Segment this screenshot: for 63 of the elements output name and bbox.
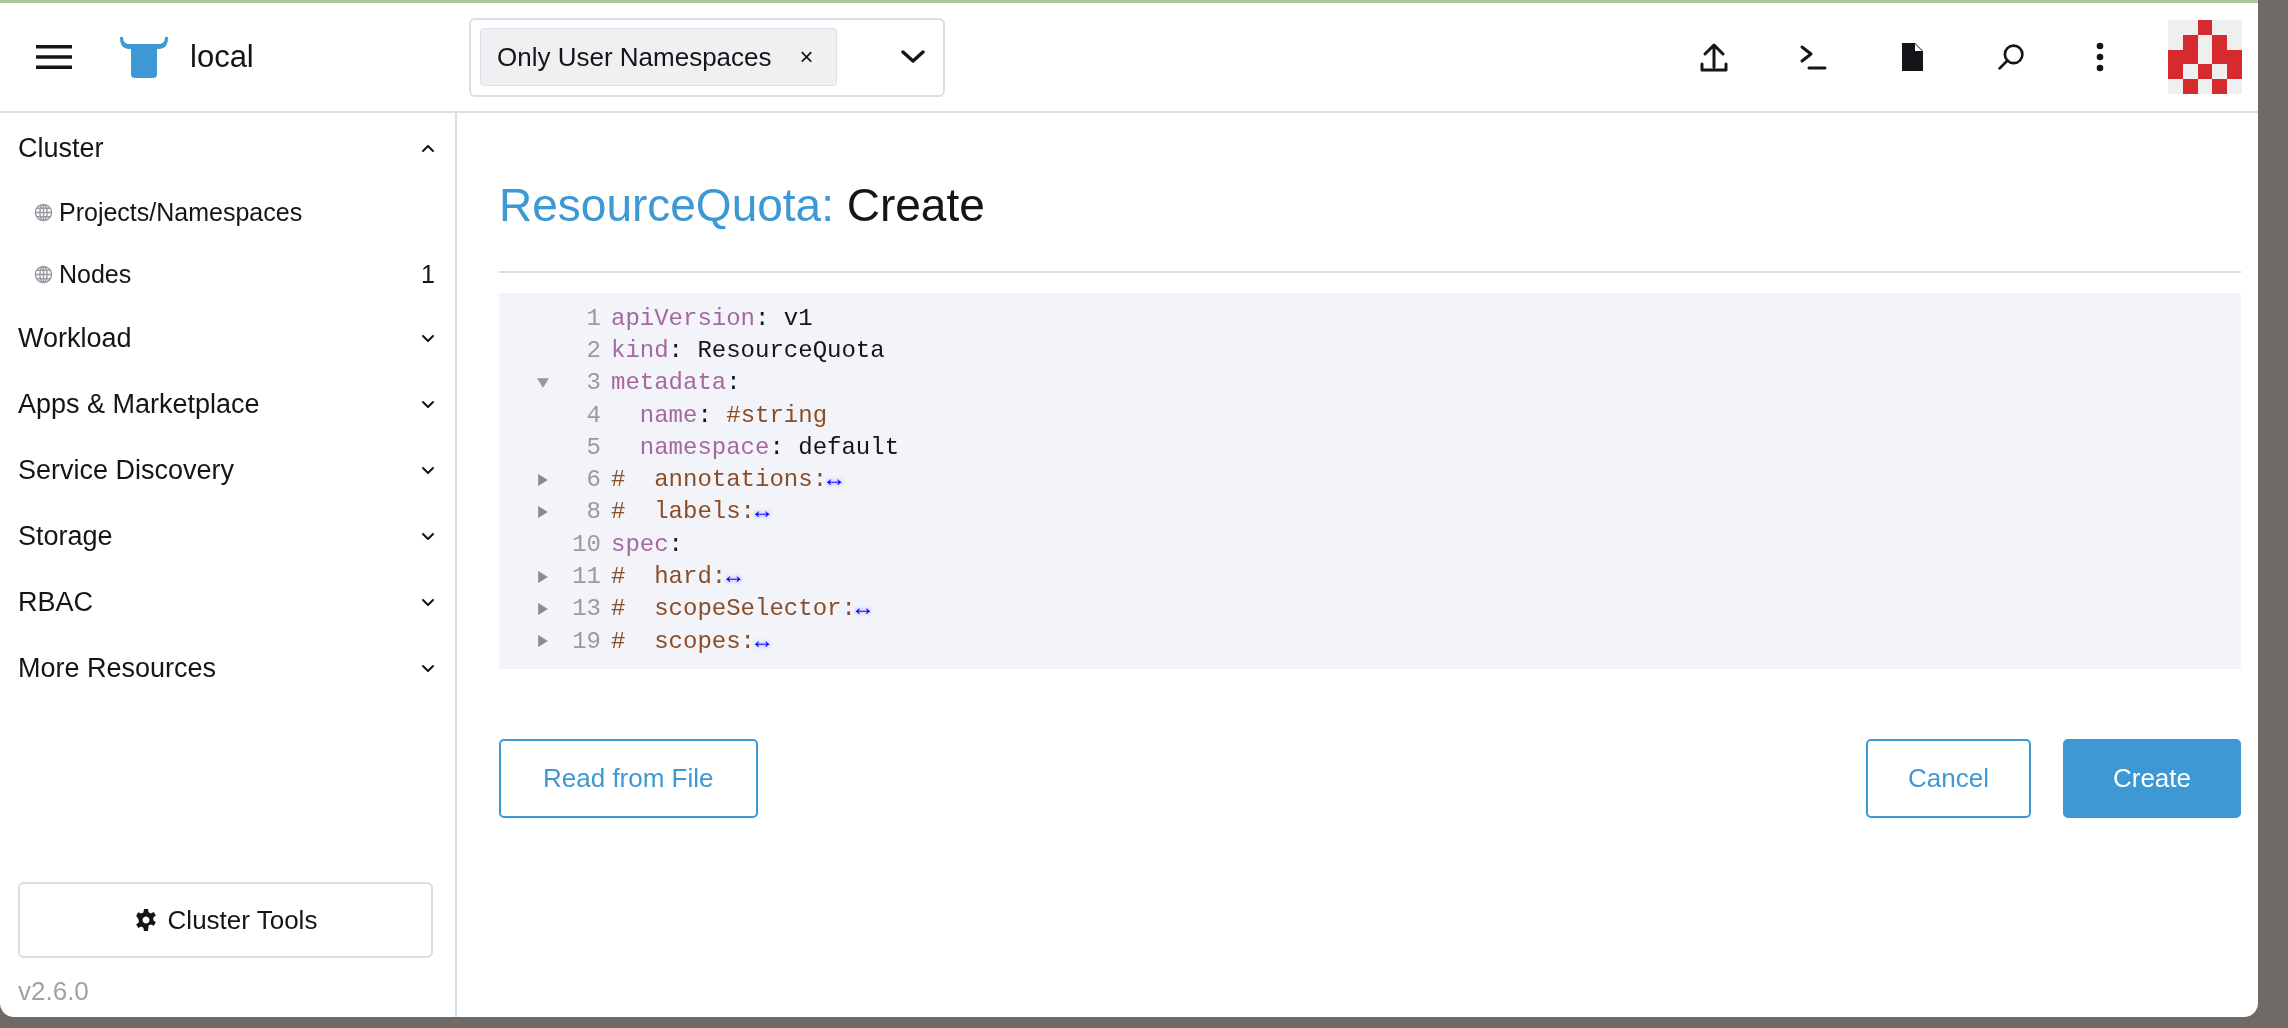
cluster-tools-button[interactable]: Cluster Tools (18, 882, 433, 958)
fold-closed-icon[interactable] (537, 570, 549, 583)
code-line: spec: (611, 530, 683, 558)
fold-closed-icon[interactable] (537, 635, 549, 648)
nav-group-header[interactable]: Workload (0, 305, 455, 371)
fold-closed-icon[interactable] (537, 505, 549, 518)
line-number: 1 (585, 304, 601, 332)
code-line: apiVersion: v1 (611, 304, 813, 332)
code-line: # scopeSelector:↔ (611, 595, 871, 623)
chip-label: Only User Namespaces (497, 41, 772, 73)
code-line: # annotations:↔ (611, 466, 842, 494)
nav-group-label: More Resources (18, 652, 217, 684)
upload-icon[interactable] (1700, 42, 1728, 72)
user-avatar[interactable] (2168, 20, 2242, 94)
globe-icon (34, 264, 53, 284)
menu-icon[interactable] (36, 44, 72, 70)
line-number: 5 (585, 433, 601, 461)
fold-closed-icon[interactable] (537, 473, 549, 486)
bull-logo-icon (118, 35, 170, 79)
line-number: 19 (571, 627, 601, 655)
code-editor[interactable]: 1 apiVersion: v1 2 kind: ResourceQuota 3 metadata: 4 name: #string 5 namespace: default 6 # annotations:↔ 8 # labels:↔ 10 spec: 11 # hard:↔ 13 # scopeSelector:↔ 19 # scopes:↔ (499, 293, 2241, 670)
nav-group-header[interactable]: Cluster (0, 115, 455, 181)
line-number: 10 (571, 530, 601, 558)
namespace-filter[interactable]: Only User Namespaces × (469, 17, 945, 97)
nav-group-label: RBAC (18, 586, 93, 618)
nav-item[interactable]: Projects/Namespaces (0, 181, 455, 243)
search-icon[interactable] (1997, 42, 2025, 72)
nav-group-label: Storage (18, 520, 113, 552)
nav-group-header[interactable]: RBAC (0, 569, 455, 635)
more-options-icon[interactable] (2096, 42, 2104, 72)
code-line: name: #string (638, 401, 828, 429)
fold-open-icon[interactable] (537, 376, 549, 389)
code-line: # scopes:↔ (611, 627, 770, 655)
line-number: 4 (585, 401, 601, 429)
line-number: 13 (571, 595, 601, 623)
nav-group-label: Cluster (18, 132, 104, 164)
page-title: ResourceQuota: Create (499, 178, 986, 233)
code-line: # hard:↔ (611, 563, 741, 590)
nav-group-header[interactable]: More Resources (0, 635, 455, 701)
chevron-down-icon[interactable] (901, 50, 925, 64)
nav-group-header[interactable]: Storage (0, 503, 455, 569)
nav-group-header[interactable]: Service Discovery (0, 437, 455, 503)
line-number: 2 (585, 336, 601, 364)
globe-icon (34, 202, 53, 222)
code-line: kind: ResourceQuota (611, 336, 885, 364)
cluster-name: local (190, 39, 254, 75)
line-number: 6 (585, 466, 601, 494)
line-number: 11 (571, 563, 601, 590)
nav-group-header[interactable]: Apps & Marketplace (0, 371, 455, 437)
code-line: namespace: default (638, 433, 900, 461)
fold-closed-icon[interactable] (537, 602, 549, 615)
item-count: 1 (421, 259, 435, 289)
nav-group-label: Apps & Marketplace (18, 388, 260, 420)
line-number: 3 (585, 369, 601, 397)
gear-icon (133, 908, 158, 932)
nav-item[interactable]: Nodes 1 (0, 243, 455, 305)
code-line: metadata: (611, 369, 741, 397)
line-number: 8 (585, 498, 601, 526)
nav-group-label: Service Discovery (18, 454, 235, 486)
nav-group-label: Workload (18, 322, 132, 354)
chip-remove[interactable]: × (799, 43, 814, 71)
code-line: # labels:↔ (611, 498, 770, 526)
version-label: v2.6.0 (18, 976, 90, 1007)
